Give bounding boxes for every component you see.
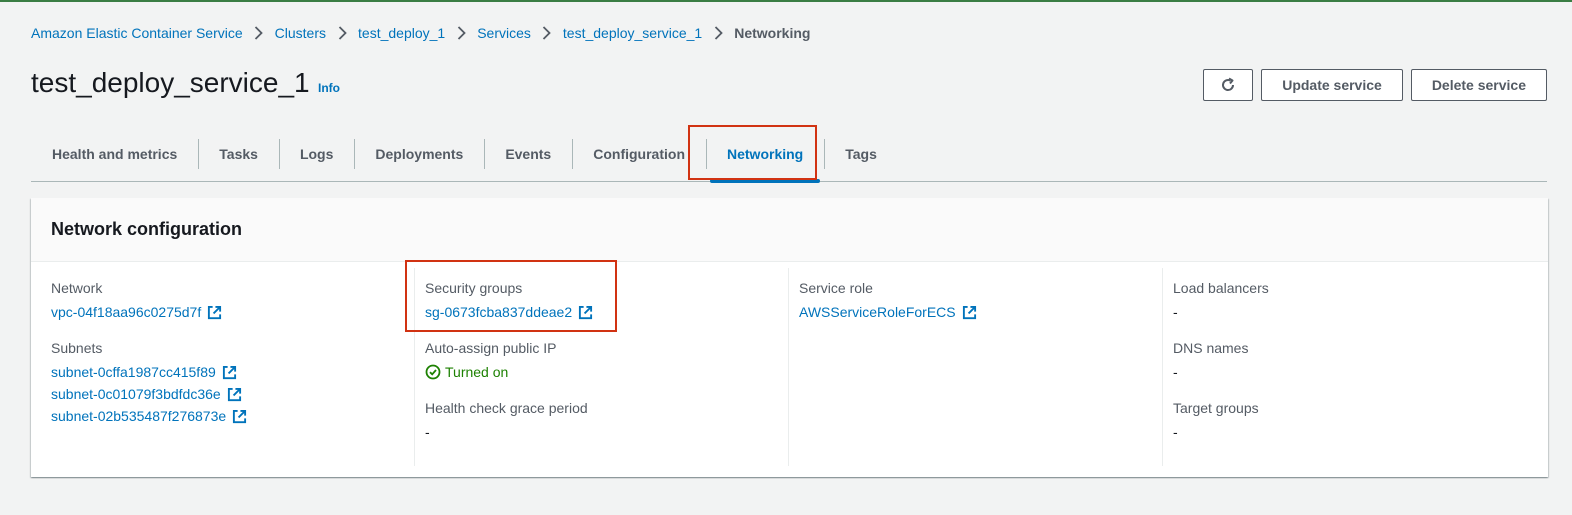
page-title: test_deploy_service_1: [31, 67, 310, 98]
chevron-right-icon: [445, 26, 477, 40]
subnet-link[interactable]: subnet-0cffa1987cc415f89: [51, 363, 216, 381]
column-service-role: Service role AWSServiceRoleForECS: [788, 268, 1162, 466]
load-balancers-label: Load balancers: [1173, 280, 1269, 296]
field-auto-assign-ip: Auto-assign public IP Turned on: [425, 339, 788, 381]
network-vpc-link[interactable]: vpc-04f18aa96c0275d7f: [51, 303, 201, 321]
tab-tasks[interactable]: Tasks: [198, 127, 279, 181]
health-check-label: Health check grace period: [425, 400, 588, 416]
subnets-label: Subnets: [51, 340, 103, 356]
tab-tags[interactable]: Tags: [824, 127, 898, 181]
tab-configuration[interactable]: Configuration: [572, 127, 706, 181]
target-groups-value: -: [1173, 424, 1178, 440]
panel-title: Network configuration: [51, 219, 243, 239]
subnet-link[interactable]: subnet-0c01079f3bdfdc36e: [51, 385, 221, 403]
health-check-value: -: [425, 424, 430, 440]
security-group-link[interactable]: sg-0673fcba837ddeae2: [425, 303, 572, 321]
external-link-icon[interactable]: [227, 387, 242, 402]
dns-names-value: -: [1173, 364, 1178, 380]
tab-logs[interactable]: Logs: [278, 127, 354, 181]
service-role-row: AWSServiceRoleForECS: [799, 303, 1162, 321]
chevron-right-icon: [243, 26, 275, 40]
external-link-icon[interactable]: [207, 305, 222, 320]
panel-columns: Network vpc-04f18aa96c0275d7f Subnets su…: [31, 268, 1548, 466]
panel-header: Network configuration: [31, 198, 1548, 262]
refresh-button[interactable]: [1203, 69, 1254, 101]
load-balancers-value: -: [1173, 304, 1178, 320]
field-health-check: Health check grace period -: [425, 399, 788, 441]
external-link-icon[interactable]: [962, 305, 977, 320]
service-role-label: Service role: [799, 280, 873, 296]
tab-deployments[interactable]: Deployments: [354, 127, 484, 181]
auto-assign-ip-value: Turned on: [445, 364, 509, 380]
field-load-balancers: Load balancers -: [1173, 279, 1548, 321]
column-load-balancing: Load balancers - DNS names - Target grou…: [1162, 268, 1548, 466]
breadcrumb-service[interactable]: test_deploy_service_1: [563, 24, 702, 42]
external-link-icon[interactable]: [232, 409, 247, 424]
external-link-icon[interactable]: [578, 305, 593, 320]
security-group-row: sg-0673fcba837ddeae2: [425, 303, 788, 321]
tab-networking[interactable]: Networking: [706, 127, 824, 183]
field-dns-names: DNS names -: [1173, 339, 1548, 381]
breadcrumb-cluster[interactable]: test_deploy_1: [358, 24, 445, 42]
breadcrumb-ecs[interactable]: Amazon Elastic Container Service: [31, 24, 243, 42]
field-subnets: Subnets subnet-0cffa1987cc415f89 subnet-…: [51, 339, 414, 425]
chevron-right-icon: [702, 26, 734, 40]
column-security: Security groups sg-0673fcba837ddeae2 Aut…: [414, 268, 788, 466]
delete-service-button[interactable]: Delete service: [1410, 69, 1547, 101]
network-label: Network: [51, 280, 103, 296]
external-link-icon[interactable]: [222, 365, 237, 380]
field-target-groups: Target groups -: [1173, 399, 1548, 441]
field-service-role: Service role AWSServiceRoleForECS: [799, 279, 1162, 321]
subnet-link[interactable]: subnet-02b535487f276873e: [51, 407, 226, 425]
field-network: Network vpc-04f18aa96c0275d7f: [51, 279, 414, 321]
breadcrumb-current: Networking: [734, 25, 811, 41]
dns-names-label: DNS names: [1173, 340, 1249, 356]
chevron-right-icon: [531, 26, 563, 40]
auto-assign-ip-label: Auto-assign public IP: [425, 340, 557, 356]
tab-bar: Health and metrics Tasks Logs Deployment…: [31, 126, 1547, 183]
breadcrumb-services[interactable]: Services: [477, 24, 531, 42]
tab-events[interactable]: Events: [484, 127, 572, 181]
field-security-groups: Security groups sg-0673fcba837ddeae2: [425, 279, 788, 321]
refresh-icon: [1222, 77, 1235, 91]
header-actions: Update service Delete service: [1203, 69, 1547, 101]
subnet-row: subnet-0c01079f3bdfdc36e: [51, 385, 414, 403]
network-configuration-panel: Network configuration Network vpc-04f18a…: [31, 198, 1548, 477]
target-groups-label: Target groups: [1173, 400, 1259, 416]
breadcrumb-clusters[interactable]: Clusters: [275, 24, 326, 42]
network-value-row: vpc-04f18aa96c0275d7f: [51, 303, 414, 321]
update-service-button[interactable]: Update service: [1261, 69, 1403, 101]
subnet-row: subnet-0cffa1987cc415f89: [51, 363, 414, 381]
chevron-right-icon: [326, 26, 358, 40]
info-link[interactable]: Info: [318, 81, 340, 95]
column-network: Network vpc-04f18aa96c0275d7f Subnets su…: [31, 268, 414, 466]
subnet-row: subnet-02b535487f276873e: [51, 407, 414, 425]
auto-assign-ip-status: Turned on: [425, 363, 788, 381]
breadcrumb: Amazon Elastic Container Service Cluster…: [31, 24, 810, 42]
security-groups-label: Security groups: [425, 280, 523, 296]
service-role-link[interactable]: AWSServiceRoleForECS: [799, 303, 956, 321]
check-circle-icon: [425, 364, 441, 380]
tab-health-and-metrics[interactable]: Health and metrics: [31, 127, 198, 181]
